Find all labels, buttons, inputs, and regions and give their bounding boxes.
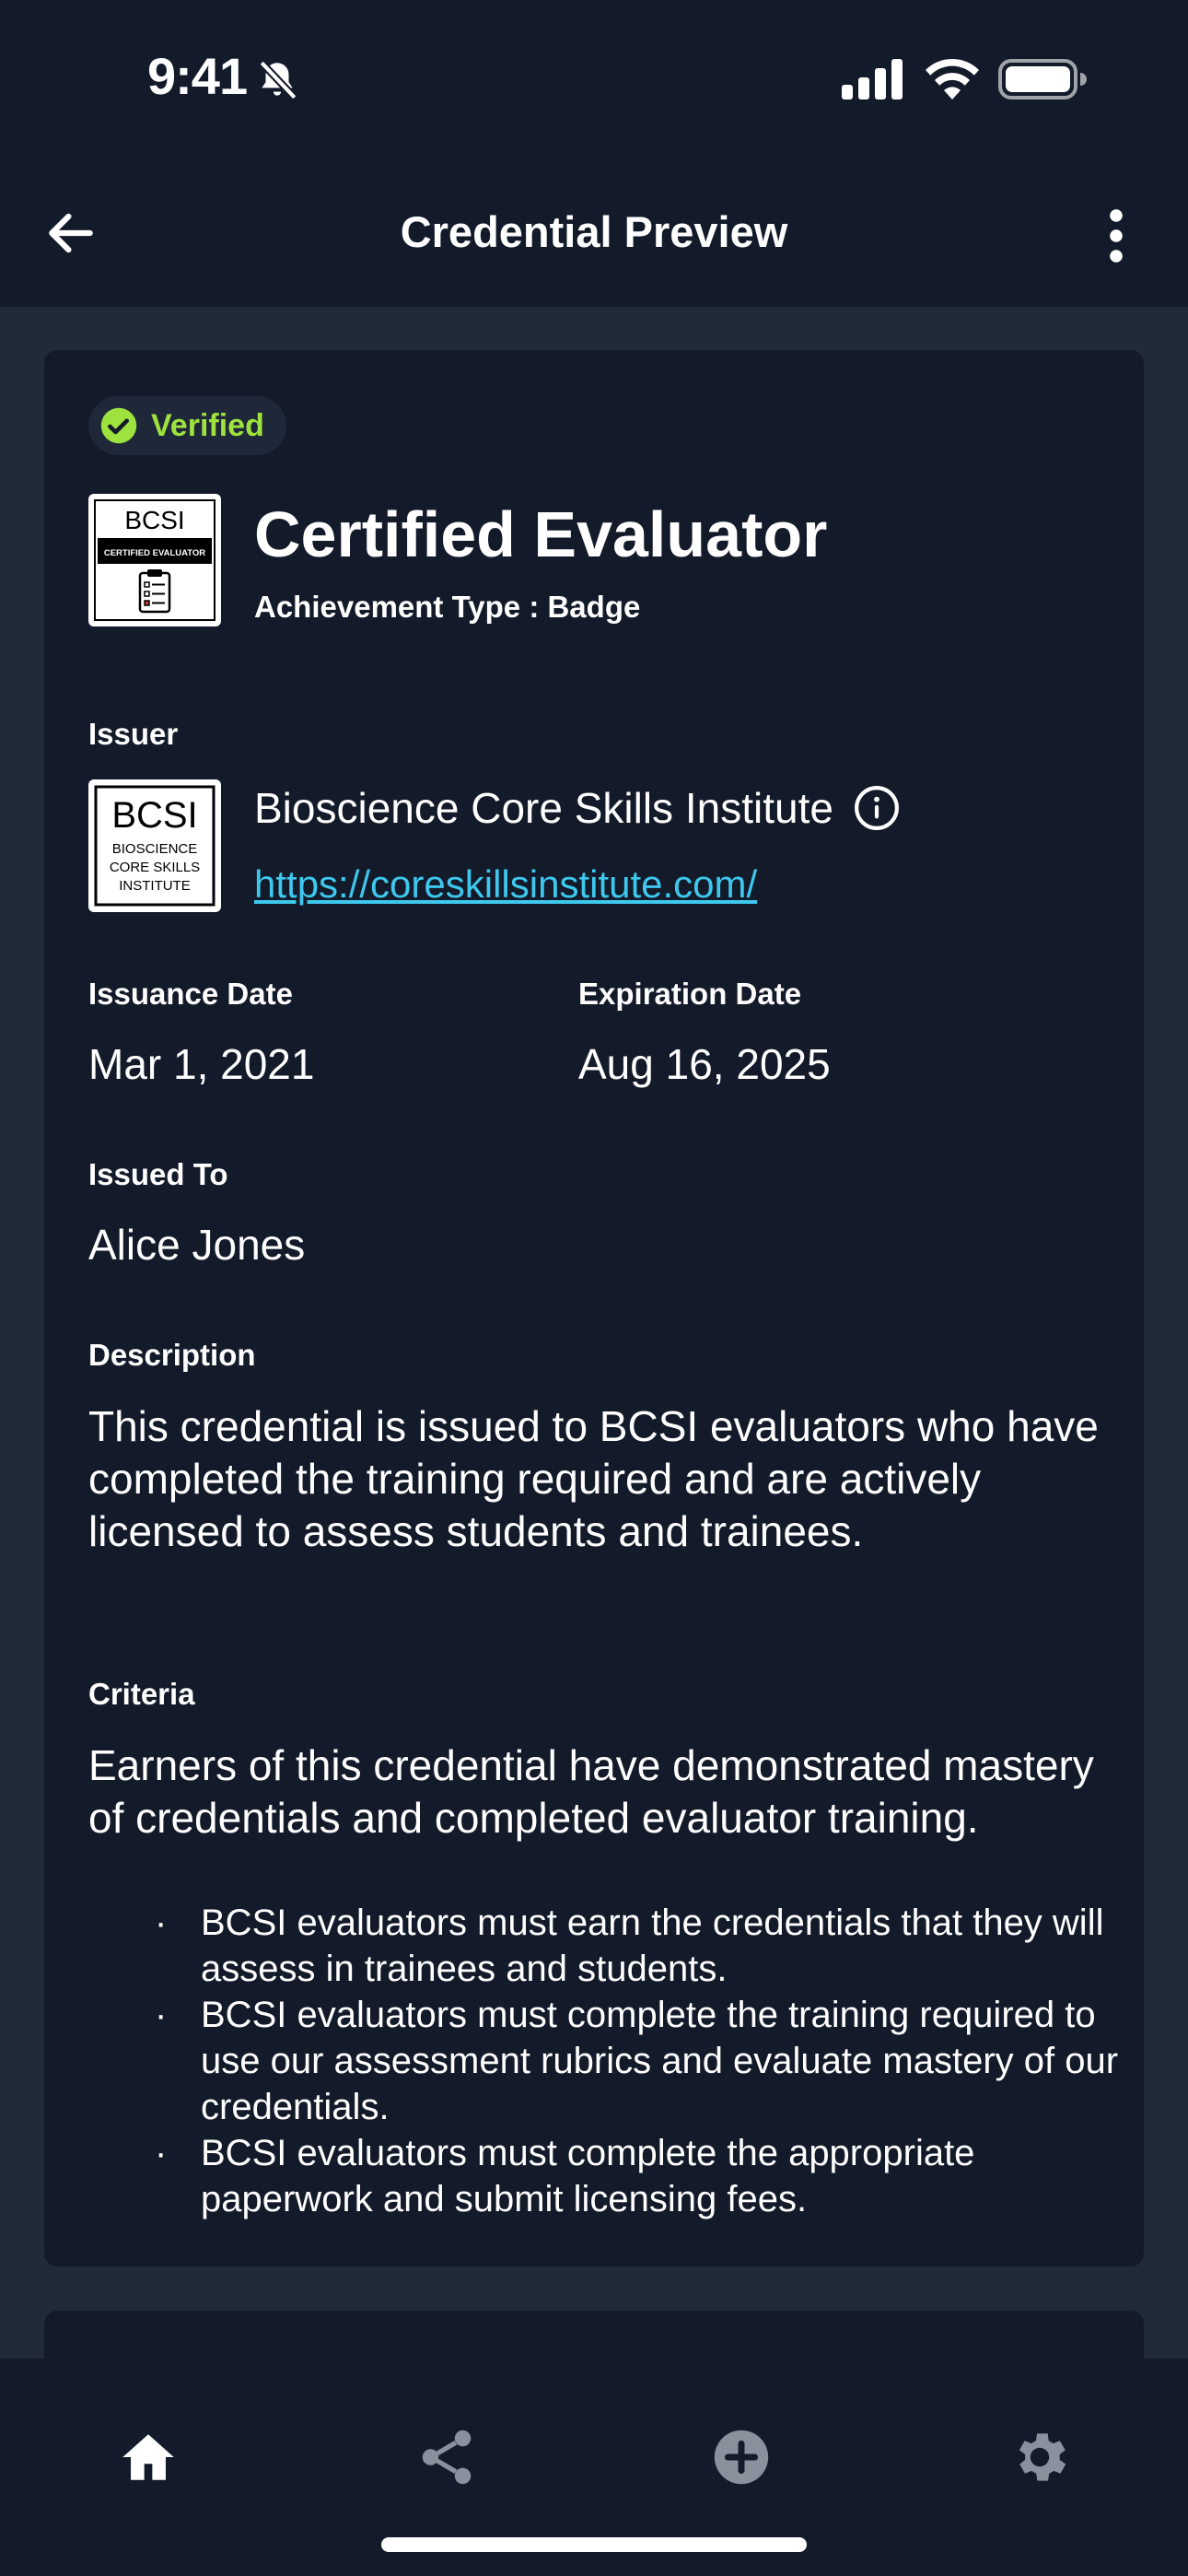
- check-circle-icon: [100, 407, 137, 444]
- badge-logo-band-text: CERTIFIED EVALUATOR: [104, 548, 205, 558]
- home-indicator[interactable]: [381, 2537, 807, 2552]
- verified-badge: Verified: [88, 396, 286, 455]
- criteria-label: Criteria: [88, 1677, 195, 1711]
- description-text: This credential is issued to BCSI evalua…: [88, 1402, 1099, 1555]
- cellular-signal-icon: [842, 59, 903, 100]
- more-options-icon[interactable]: [1096, 206, 1136, 265]
- expiration-date-label: Expiration Date: [578, 977, 802, 1011]
- issuer-name: Bioscience Core Skills Institute: [254, 784, 833, 832]
- issued-to-value: Alice Jones: [88, 1221, 306, 1269]
- criteria-item: BCSI evaluators must complete the traini…: [111, 1992, 1124, 2130]
- issuer-logo-text: BCSI: [111, 795, 197, 836]
- description-label: Description: [88, 1338, 256, 1372]
- bell-muted-icon: [259, 60, 297, 100]
- verified-label: Verified: [151, 407, 264, 443]
- home-icon[interactable]: [116, 2425, 181, 2489]
- achievement-type: Achievement Type : Badge: [254, 590, 641, 624]
- share-icon[interactable]: [414, 2425, 479, 2489]
- wifi-icon: [926, 58, 979, 100]
- credential-title: Certified Evaluator: [254, 498, 828, 570]
- criteria-intro: Earners of this credential have demonstr…: [88, 1741, 1094, 1842]
- issuer-name-row: Bioscience Core Skills Institute: [254, 783, 900, 833]
- issuance-date-label: Issuance Date: [88, 977, 293, 1011]
- top-bar: 9:41 Credential Preview: [0, 0, 1188, 307]
- credential-card: Verified BCSI CERTIFIED EVALUATOR Certif…: [44, 350, 1144, 2266]
- criteria-item: BCSI evaluators must earn the credential…: [111, 1900, 1124, 1992]
- status-time: 9:41: [147, 47, 248, 105]
- add-circle-icon[interactable]: [709, 2425, 774, 2489]
- gear-icon[interactable]: [1007, 2425, 1072, 2489]
- issuer-logo-line: INSTITUTE: [119, 878, 191, 894]
- issuer-label: Issuer: [88, 717, 179, 751]
- issuer-url-link[interactable]: https://coreskillsinstitute.com/: [254, 862, 757, 907]
- credential-preview-screen: 9:41 Credential Preview Verified BCSI CE…: [0, 0, 1188, 2576]
- issuer-logo: BCSI BIOSCIENCE CORE SKILLS INSTITUTE: [88, 779, 221, 912]
- badge-logo-text: BCSI: [124, 506, 184, 534]
- expiration-date-value: Aug 16, 2025: [578, 1040, 831, 1088]
- issuance-date-value: Mar 1, 2021: [88, 1040, 315, 1088]
- criteria-list: BCSI evaluators must earn the credential…: [111, 1900, 1124, 2222]
- issuer-logo-line: CORE SKILLS: [110, 860, 200, 875]
- badge-image: BCSI CERTIFIED EVALUATOR: [88, 494, 221, 626]
- page-title: Credential Preview: [400, 207, 788, 256]
- issued-to-label: Issued To: [88, 1157, 228, 1191]
- issuer-logo-line: BIOSCIENCE: [112, 841, 198, 857]
- criteria-item: BCSI evaluators must complete the approp…: [111, 2130, 1124, 2222]
- battery-icon: [998, 59, 1087, 100]
- info-icon[interactable]: [854, 785, 900, 831]
